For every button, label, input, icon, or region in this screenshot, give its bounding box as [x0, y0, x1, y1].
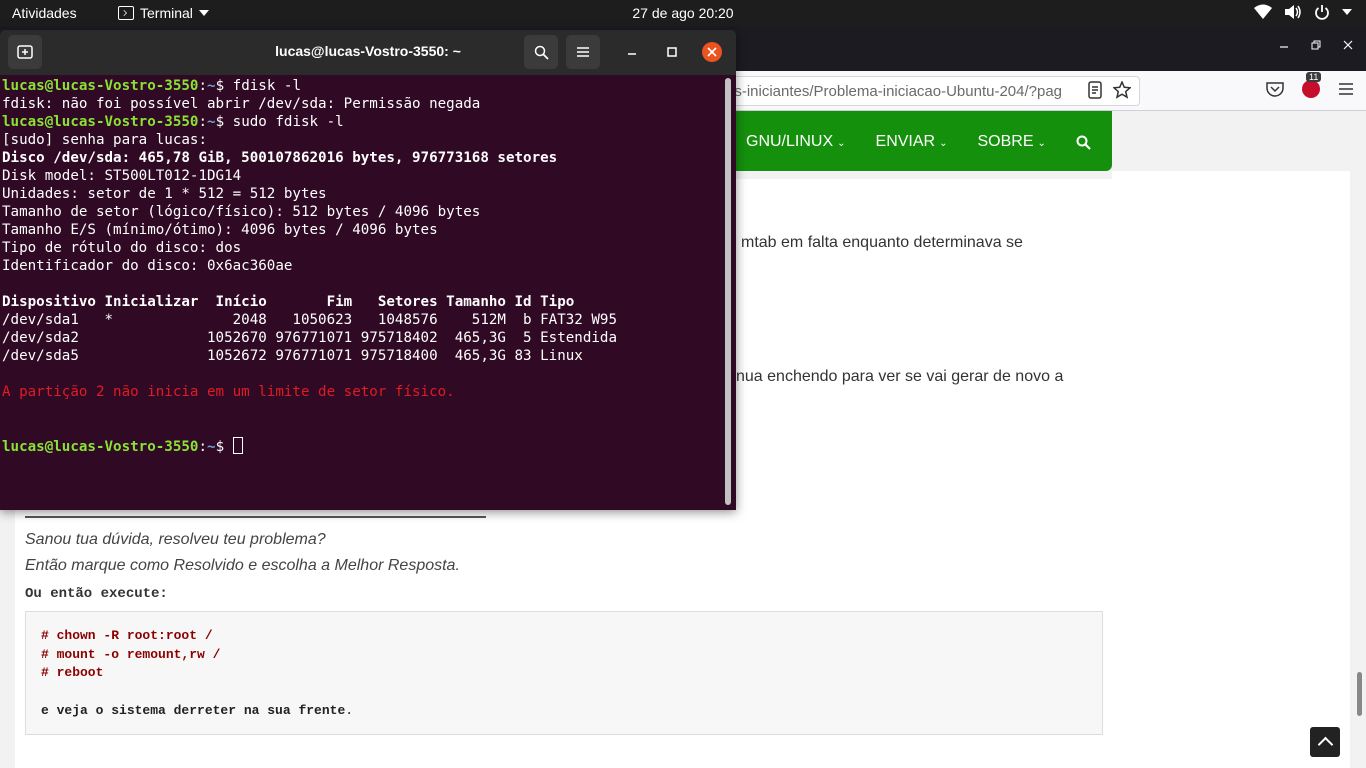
terminal-table-row: /dev/sda5 1052672 976771071 975718400 46…: [2, 348, 583, 364]
code-closing-line: e veja o sistema derreter na sua frente.: [41, 702, 354, 718]
restore-icon[interactable]: [1310, 39, 1322, 54]
terminal-line: lucas@lucas-Vostro-3550:~$ fdisk -l: [2, 78, 301, 94]
terminal-output[interactable]: lucas@lucas-Vostro-3550:~$ fdisk -l fdis…: [0, 75, 736, 510]
caret-down-icon: [198, 10, 209, 16]
app-menu-label: Terminal: [140, 5, 193, 21]
terminal-cursor: [232, 437, 243, 454]
nav-item-sobre[interactable]: SOBRE ⌄: [977, 133, 1045, 151]
post-text-line: mtab em falta enquanto determinava se: [741, 234, 1023, 251]
terminal-line: Disk model: ST500LT012-1DG14: [2, 168, 242, 184]
nav-item-gnu-linux[interactable]: GNU/LINUX ⌄: [746, 133, 846, 151]
hamburger-menu-icon: [577, 47, 589, 57]
wifi-icon: [1254, 4, 1272, 19]
terminal-window: lucas@lucas-Vostro-3550: ~ lucas@lucas-V…: [0, 30, 736, 510]
minimize-icon: [628, 53, 636, 55]
terminal-line: [sudo] senha para lucas:: [2, 132, 207, 148]
chevron-down-icon: ⌄: [939, 138, 948, 149]
terminal-maximize-button[interactable]: [662, 42, 682, 62]
code-intro: Ou então execute:: [25, 586, 168, 602]
terminal-menu-button[interactable]: [566, 35, 600, 69]
nav-item-enviar[interactable]: ENVIAR ⌄: [876, 133, 948, 151]
top-bar: Atividades Terminal 27 de ago 20:20: [0, 0, 1366, 27]
signature-instruction: Então marque como Resolvido e escolha a …: [25, 557, 460, 574]
scroll-to-top-button[interactable]: [1310, 727, 1340, 757]
maximize-icon: [667, 47, 677, 57]
terminal-close-button[interactable]: [702, 42, 722, 62]
volume-icon: [1285, 5, 1301, 19]
terminal-line: Tamanho de setor (lógico/físico): 512 by…: [2, 204, 481, 220]
terminal-scrollbar[interactable]: [725, 78, 731, 505]
adblock-badge: 11: [1306, 72, 1322, 82]
terminal-line: Identificador do disco: 0x6ac360ae: [2, 258, 293, 274]
terminal-title: lucas@lucas-Vostro-3550: ~: [275, 43, 461, 59]
new-tab-button[interactable]: [8, 35, 42, 69]
search-icon: [534, 45, 549, 60]
terminal-line: Unidades: setor de 1 * 512 = 512 bytes: [2, 186, 327, 202]
activities-button[interactable]: Atividades: [12, 5, 77, 21]
chevron-down-icon: ⌄: [837, 138, 846, 149]
system-tray[interactable]: [1254, 4, 1352, 20]
close-icon: [707, 47, 717, 57]
site-navigation: GNU/LINUX ⌄ ENVIAR ⌄ SOBRE ⌄: [700, 111, 1112, 171]
code-line: # reboot: [41, 665, 104, 680]
browser-toolbar-icons: 11: [1266, 72, 1354, 98]
adblock-plus-icon[interactable]: 11: [1302, 72, 1322, 98]
page-scrollbar[interactable]: [1357, 672, 1362, 716]
terminal-warning: A partição 2 não inicia em um limite de …: [2, 384, 455, 400]
power-icon: [1315, 5, 1329, 20]
sidebar-column: [1112, 171, 1350, 768]
url-bar[interactable]: os-iniciantes/Problema-iniciacao-Ubuntu-…: [705, 76, 1140, 106]
terminal-line: Tipo de rótulo do disco: dos: [2, 240, 242, 256]
terminal-search-button[interactable]: [524, 35, 558, 69]
browser-window-controls: [1278, 39, 1354, 54]
terminal-header-bar[interactable]: lucas@lucas-Vostro-3550: ~: [0, 30, 736, 75]
terminal-icon: [118, 6, 134, 20]
terminal-minimize-button[interactable]: [622, 42, 642, 62]
app-menu-terminal[interactable]: Terminal: [118, 5, 209, 21]
chevron-down-icon: ⌄: [1037, 138, 1046, 149]
terminal-line: fdisk: não foi possível abrir /dev/sda: …: [2, 96, 481, 112]
terminal-line: Tamanho E/S (mínimo/ótimo): 4096 bytes /…: [2, 222, 438, 238]
search-icon[interactable]: [1076, 135, 1091, 150]
reader-view-icon[interactable]: [1087, 81, 1103, 99]
code-line: # chown -R root:root /: [41, 628, 213, 643]
terminal-table-header: Dispositivo Inicializar Início Fim Setor…: [2, 294, 575, 310]
code-block: # chown -R root:root / # mount -o remoun…: [25, 611, 1103, 735]
pocket-icon[interactable]: [1266, 81, 1284, 97]
terminal-table-row: /dev/sda2 1052670 976771071 975718402 46…: [2, 330, 617, 346]
code-line: # mount -o remount,rw /: [41, 646, 221, 662]
hamburger-menu-icon[interactable]: [1338, 82, 1354, 96]
terminal-table-row: /dev/sda1 * 2048 1050623 1048576 512M b …: [2, 312, 617, 328]
minimize-icon[interactable]: [1278, 39, 1290, 54]
new-tab-icon: [17, 45, 33, 59]
signature-question: Sanou tua dúvida, resolveu teu problema?: [25, 531, 326, 548]
clock[interactable]: 27 de ago 20:20: [632, 5, 733, 21]
close-icon[interactable]: [1342, 39, 1354, 54]
bookmark-star-icon[interactable]: [1113, 81, 1131, 99]
post-text-line: nua enchendo para ver se vai gerar de no…: [736, 368, 1064, 385]
terminal-line: lucas@lucas-Vostro-3550:~$ sudo fdisk -l: [2, 114, 344, 130]
terminal-line: lucas@lucas-Vostro-3550:~$: [2, 437, 736, 455]
url-text: os-iniciantes/Problema-iniciacao-Ubuntu-…: [726, 83, 1063, 100]
signature-divider: [25, 516, 486, 518]
caret-down-icon: [1342, 9, 1352, 15]
terminal-line: Disco /dev/sda: 465,78 GiB, 500107862016…: [2, 150, 558, 166]
